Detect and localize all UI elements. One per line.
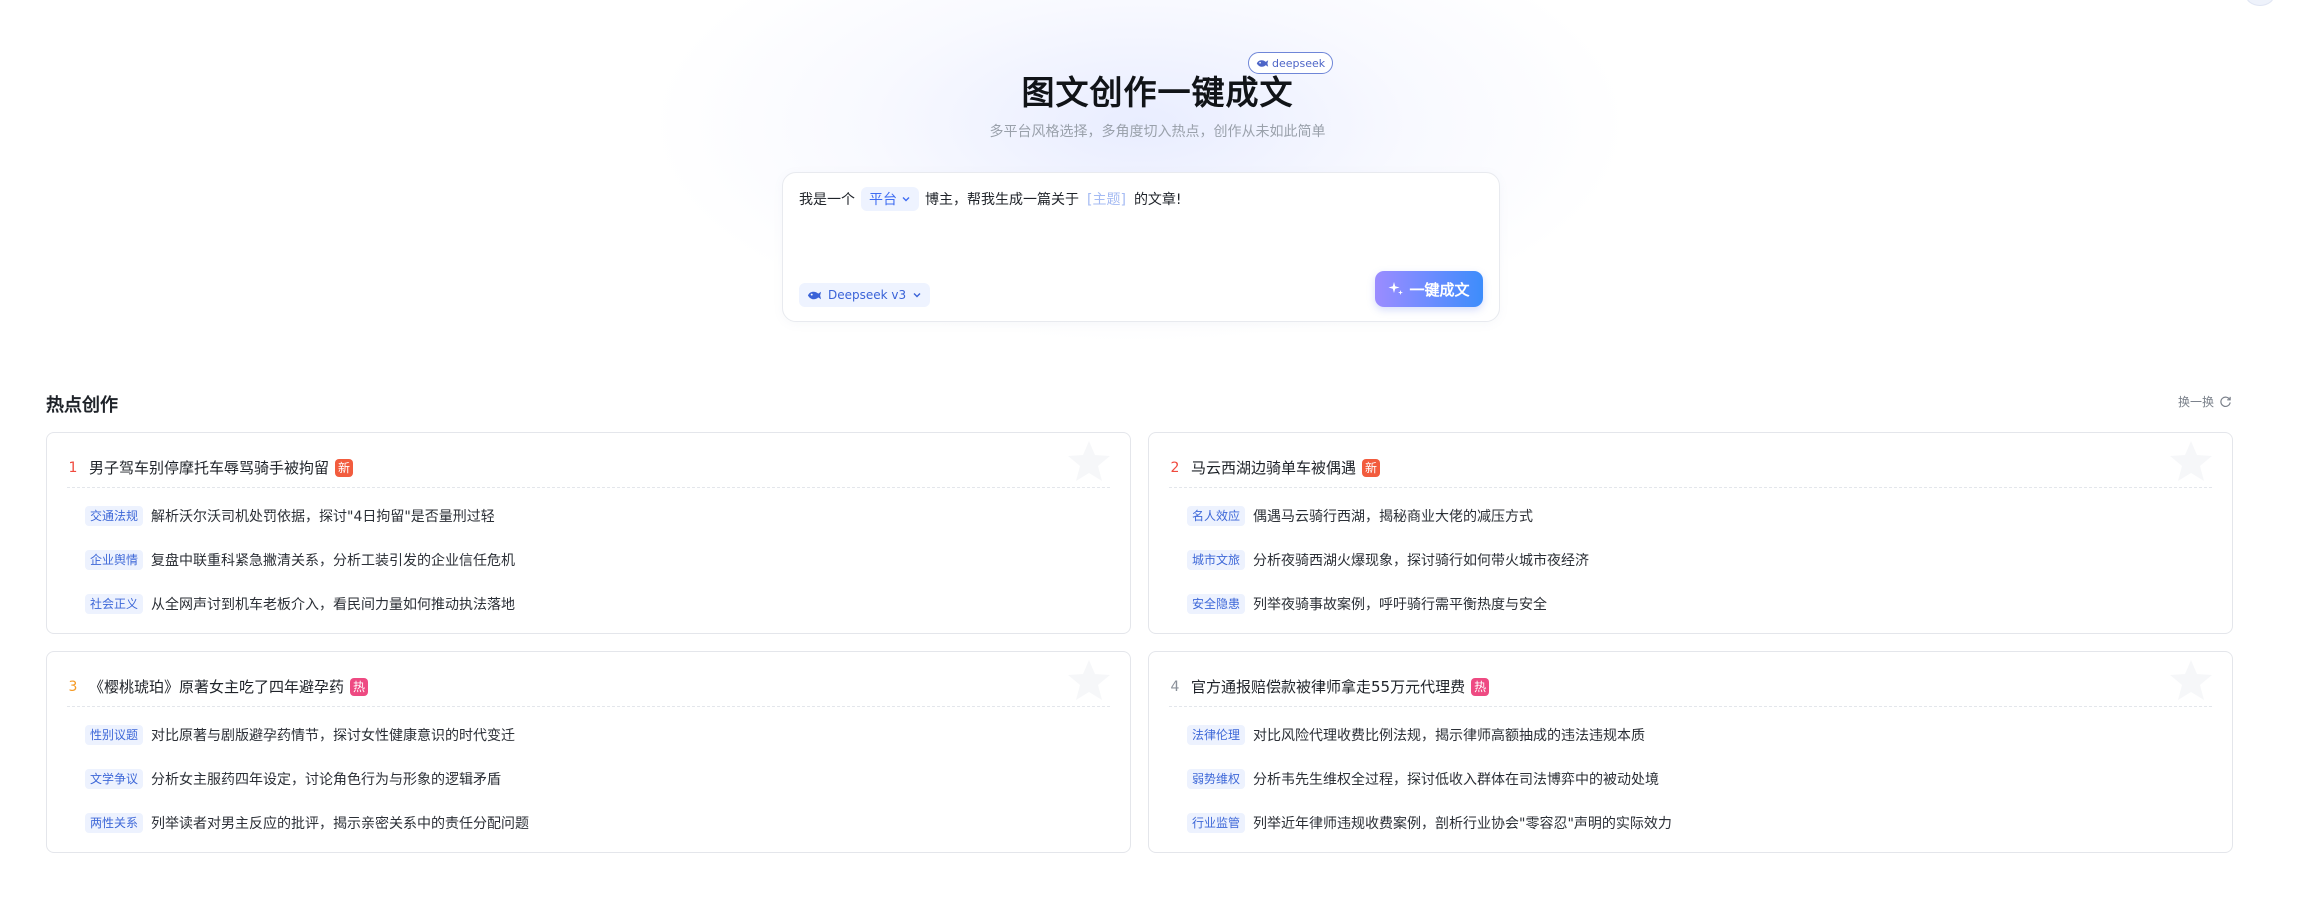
angle-tag: 社会正义 <box>85 594 144 614</box>
angle-text: 偶遇马云骑行西湖，揭秘商业大佬的减压方式 <box>1253 509 1534 525</box>
hot-topic-header: 2 马云西湖边骑单车被偶遇 新 <box>1169 448 2212 488</box>
chevron-down-icon <box>902 197 910 202</box>
hot-topic-header: 3 《樱桃琥珀》原著女主吃了四年避孕药 热 <box>67 667 1110 707</box>
model-select[interactable]: Deepseek v3 <box>799 283 931 307</box>
hot-topic-card[interactable]: 4 官方通报赔偿款被律师拿走55万元代理费 热 法律伦理 对比风险代理收费比例法… <box>1148 651 2233 853</box>
angle-item[interactable]: 交通法规 解析沃尔沃司机处罚依据，探讨"4日拘留"是否量刑过轻 <box>85 505 1110 527</box>
angle-text: 复盘中联重科紧急撇清关系，分析工装引发的企业信任危机 <box>151 553 516 569</box>
hot-topic-header: 4 官方通报赔偿款被律师拿走55万元代理费 热 <box>1169 667 2212 707</box>
angle-item[interactable]: 文学争议 分析女主服药四年设定，讨论角色行为与形象的逻辑矛盾 <box>85 768 1110 790</box>
generate-article-label: 一键成文 <box>1409 280 1470 299</box>
angle-text: 从全网声讨到机车老板介入，看民间力量如何推动执法落地 <box>151 597 516 613</box>
deepseek-badge-label: deepseek <box>1272 56 1326 70</box>
angle-text: 对比原著与剧版避孕药情节，探讨女性健康意识的时代变迁 <box>151 728 516 744</box>
refresh-icon <box>2220 396 2231 407</box>
platform-select-label: 平台 <box>869 192 897 208</box>
angle-item[interactable]: 名人效应 偶遇马云骑行西湖，揭秘商业大佬的减压方式 <box>1187 505 2212 527</box>
angle-tag: 性别议题 <box>85 725 144 745</box>
hot-topic-card[interactable]: 3 《樱桃琥珀》原著女主吃了四年避孕药 热 性别议题 对比原著与剧版避孕药情节，… <box>46 651 1131 853</box>
angle-list: 法律伦理 对比风险代理收费比例法规，揭示律师高额抽成的违法违规本质 弱势维权 分… <box>1187 724 2212 852</box>
hot-topic-title[interactable]: 官方通报赔偿款被律师拿走55万元代理费 <box>1191 676 1465 697</box>
angle-item[interactable]: 企业舆情 复盘中联重科紧急撇清关系，分析工装引发的企业信任危机 <box>85 549 1110 571</box>
angle-item[interactable]: 社会正义 从全网声讨到机车老板介入，看民间力量如何推动执法落地 <box>85 593 1110 615</box>
deepseek-whale-icon <box>1256 59 1269 67</box>
hero-subtitle: 多平台风格选择，多角度切入热点，创作从未如此简单 <box>989 124 1326 140</box>
hot-topic-title[interactable]: 男子驾车别停摩托车辱骂骑手被拘留 <box>89 457 329 478</box>
prompt-sentence: 我是一个 平台 博主，帮我生成一篇关于 [主题] 的文章! <box>799 187 1182 211</box>
angle-tag: 两性关系 <box>85 813 144 833</box>
angle-tag: 行业监管 <box>1187 813 1246 833</box>
rank-number: 1 <box>68 459 78 476</box>
topic-input[interactable]: [主题] <box>1087 189 1126 209</box>
avatar[interactable] <box>2245 0 2275 6</box>
angle-item[interactable]: 弱势维权 分析韦先生维权全过程，探讨低收入群体在司法博弈中的被动处境 <box>1187 768 2212 790</box>
angle-tag: 安全隐患 <box>1187 594 1246 614</box>
angle-text: 分析夜骑西湖火爆现象，探讨骑行如何带火城市夜经济 <box>1253 553 1590 569</box>
angle-text: 列举夜骑事故案例，呼吁骑行需平衡热度与安全 <box>1253 597 1548 613</box>
prompt-middle: 博主，帮我生成一篇关于 <box>925 192 1079 208</box>
model-select-label: Deepseek v3 <box>828 288 907 302</box>
platform-select[interactable]: 平台 <box>861 187 919 211</box>
angle-tag: 法律伦理 <box>1187 725 1246 745</box>
angle-list: 性别议题 对比原著与剧版避孕药情节，探讨女性健康意识的时代变迁 文学争议 分析女… <box>85 724 1110 852</box>
prompt-suffix: 的文章! <box>1133 192 1182 208</box>
angle-item[interactable]: 安全隐患 列举夜骑事故案例，呼吁骑行需平衡热度与安全 <box>1187 593 2212 615</box>
angle-text: 解析沃尔沃司机处罚依据，探讨"4日拘留"是否量刑过轻 <box>151 509 495 525</box>
hot-topic-title[interactable]: 《樱桃琥珀》原著女主吃了四年避孕药 <box>89 676 344 697</box>
hot-topic-card[interactable]: 2 马云西湖边骑单车被偶遇 新 名人效应 偶遇马云骑行西湖，揭秘商业大佬的减压方… <box>1148 432 2233 634</box>
deepseek-whale-icon <box>807 291 822 299</box>
angle-tag: 文学争议 <box>85 769 144 789</box>
generate-article-button[interactable]: 一键成文 <box>1375 271 1483 307</box>
angle-text: 列举近年律师违规收费案例，剖析行业协会"零容忍"声明的实际效力 <box>1253 816 1672 832</box>
angle-item[interactable]: 性别议题 对比原著与剧版避孕药情节，探讨女性健康意识的时代变迁 <box>85 724 1110 746</box>
angle-list: 交通法规 解析沃尔沃司机处罚依据，探讨"4日拘留"是否量刑过轻 企业舆情 复盘中… <box>85 505 1110 633</box>
section-title-hot: 热点创作 <box>46 395 118 416</box>
angle-text: 列举读者对男主反应的批评，揭示亲密关系中的责任分配问题 <box>151 816 530 832</box>
angle-tag: 名人效应 <box>1187 506 1246 526</box>
angle-tag: 交通法规 <box>85 506 144 526</box>
hot-badge: 热 <box>1471 677 1490 696</box>
angle-list: 名人效应 偶遇马云骑行西湖，揭秘商业大佬的减压方式 城市文旅 分析夜骑西湖火爆现… <box>1187 505 2212 633</box>
deepseek-badge: deepseek <box>1248 52 1334 74</box>
angle-tag: 城市文旅 <box>1187 550 1246 570</box>
prompt-prefix: 我是一个 <box>799 192 855 208</box>
hot-topic-header: 1 男子驾车别停摩托车辱骂骑手被拘留 新 <box>67 448 1110 488</box>
angle-text: 分析女主服药四年设定，讨论角色行为与形象的逻辑矛盾 <box>151 772 502 788</box>
angle-item[interactable]: 城市文旅 分析夜骑西湖火爆现象，探讨骑行如何带火城市夜经济 <box>1187 549 2212 571</box>
new-badge: 新 <box>1362 458 1381 477</box>
hero-title-wrap: 图文创作一键成文 <box>0 66 2315 114</box>
refresh-label: 换一换 <box>2177 395 2214 409</box>
hot-topic-title[interactable]: 马云西湖边骑单车被偶遇 <box>1191 457 1356 478</box>
refresh-button[interactable]: 换一换 <box>2178 393 2232 410</box>
prompt-composer[interactable]: 我是一个 平台 博主，帮我生成一篇关于 [主题] 的文章! Deepseek v… <box>782 172 1500 322</box>
sparkle-icon <box>1388 282 1404 295</box>
angle-item[interactable]: 法律伦理 对比风险代理收费比例法规，揭示律师高额抽成的违法违规本质 <box>1187 724 2212 746</box>
hot-topic-card[interactable]: 1 男子驾车别停摩托车辱骂骑手被拘留 新 交通法规 解析沃尔沃司机处罚依据，探讨… <box>46 432 1131 634</box>
angle-item[interactable]: 两性关系 列举读者对男主反应的批评，揭示亲密关系中的责任分配问题 <box>85 812 1110 834</box>
angle-tag: 弱势维权 <box>1187 769 1246 789</box>
angle-item[interactable]: 行业监管 列举近年律师违规收费案例，剖析行业协会"零容忍"声明的实际效力 <box>1187 812 2212 834</box>
page-title: 图文创作一键成文 <box>1021 73 1294 112</box>
new-badge: 新 <box>335 458 354 477</box>
rank-number: 2 <box>1170 459 1180 476</box>
rank-number: 3 <box>68 678 78 695</box>
angle-text: 分析韦先生维权全过程，探讨低收入群体在司法博弈中的被动处境 <box>1253 772 1660 788</box>
angle-text: 对比风险代理收费比例法规，揭示律师高额抽成的违法违规本质 <box>1253 728 1646 744</box>
rank-number: 4 <box>1170 678 1180 695</box>
chevron-down-icon <box>913 293 921 298</box>
angle-tag: 企业舆情 <box>85 550 144 570</box>
hot-badge: 热 <box>350 677 369 696</box>
